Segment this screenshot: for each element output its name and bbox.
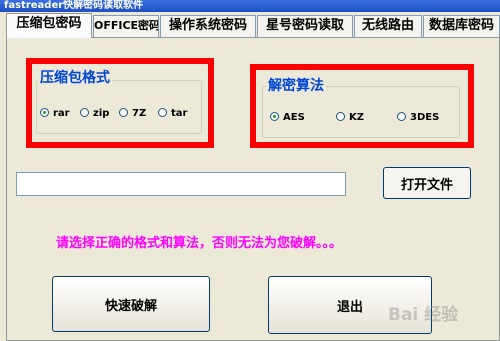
file-path-input[interactable] (16, 172, 346, 196)
format-option-7z[interactable]: 7Z (119, 107, 146, 120)
open-file-button[interactable]: 打开文件 (383, 167, 471, 199)
tab-archive-password[interactable]: 压缩包密码 (6, 13, 92, 38)
algo-group-title: 解密算法 (266, 78, 326, 94)
radio-icon (336, 111, 345, 121)
instruction-message: 请选择正确的格式和算法，否则无法为您破解。。。 (56, 236, 343, 251)
quick-crack-button[interactable]: 快速破解 (52, 276, 210, 332)
format-option-tar[interactable]: tar (158, 107, 187, 120)
tab-office-password[interactable]: OFFICE密码 (93, 15, 159, 37)
tab-asterisk-password[interactable]: 星号密码读取 (257, 15, 353, 37)
format-option-zip[interactable]: zip (80, 107, 109, 120)
format-groupbox (36, 80, 202, 134)
format-group-title: 压缩包格式 (38, 70, 112, 86)
window-title: fastreader快解密码读取软件 (0, 0, 500, 12)
tab-database-password[interactable]: 数据库密码 (423, 15, 500, 37)
format-option-rar[interactable]: rar (40, 107, 70, 120)
radio-icon (158, 107, 167, 117)
tab-wireless-router[interactable]: 无线路由 (354, 15, 422, 37)
radio-selected-icon (270, 111, 279, 121)
tab-os-password[interactable]: 操作系统密码 (160, 15, 256, 37)
radio-selected-icon (40, 107, 49, 117)
radio-icon (119, 107, 128, 117)
algo-option-kz[interactable]: KZ (336, 111, 364, 124)
watermark-logo: Bai 经验 (388, 305, 459, 325)
tab-strip: 压缩包密码 OFFICE密码 操作系统密码 星号密码读取 无线路由 数据库密码 (6, 13, 500, 38)
radio-icon (80, 107, 89, 117)
algo-option-3des[interactable]: 3DES (397, 111, 439, 124)
algo-option-aes[interactable]: AES (270, 111, 305, 124)
radio-icon (397, 111, 406, 121)
